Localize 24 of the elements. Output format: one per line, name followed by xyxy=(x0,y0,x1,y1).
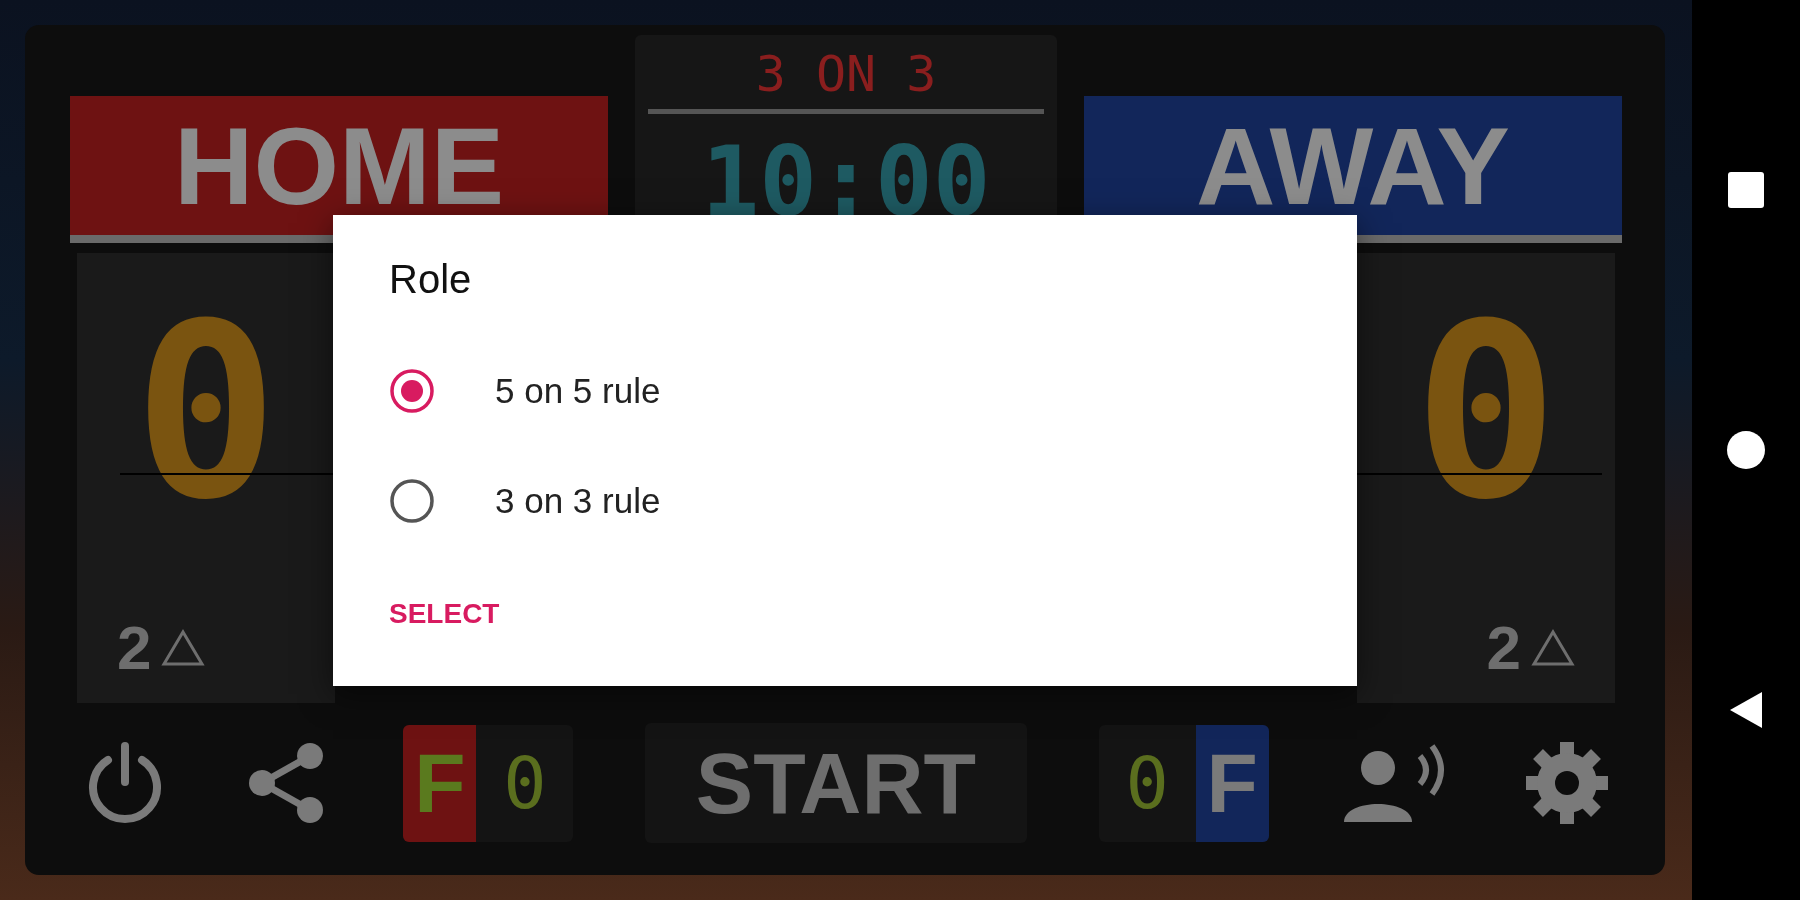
team-banner: HOME xyxy=(70,96,608,243)
game-clock: 10:00 xyxy=(701,125,991,230)
foul-label: F xyxy=(403,724,477,842)
select-button[interactable]: SELECT xyxy=(389,594,500,634)
triangle-icon xyxy=(1531,628,1575,667)
foul-count: 0 xyxy=(1124,740,1170,827)
score-digit: 0 xyxy=(1413,293,1559,533)
circle-icon[interactable] xyxy=(1726,430,1766,470)
radio-button[interactable] xyxy=(389,478,435,524)
team-banner: AWAY xyxy=(1084,96,1622,243)
foul-count: 0 xyxy=(502,740,548,827)
foul-label: F xyxy=(1195,724,1269,842)
mode-label: 3 ON 3 xyxy=(755,44,937,105)
back-icon[interactable] xyxy=(1728,690,1764,730)
dialog-title: Role xyxy=(389,257,473,302)
square-icon[interactable] xyxy=(1726,170,1766,210)
radio-option[interactable]: 3 on 3 rule xyxy=(389,446,1301,556)
score-digit: 0 xyxy=(133,293,279,533)
triangle-icon xyxy=(161,628,206,667)
count-label: 2 xyxy=(117,612,152,683)
radio-button[interactable] xyxy=(389,368,435,414)
radio-option[interactable]: 5 on 5 rule xyxy=(389,336,1301,446)
count-label: 2 xyxy=(1486,612,1521,683)
start-button[interactable]: START xyxy=(644,723,1027,843)
